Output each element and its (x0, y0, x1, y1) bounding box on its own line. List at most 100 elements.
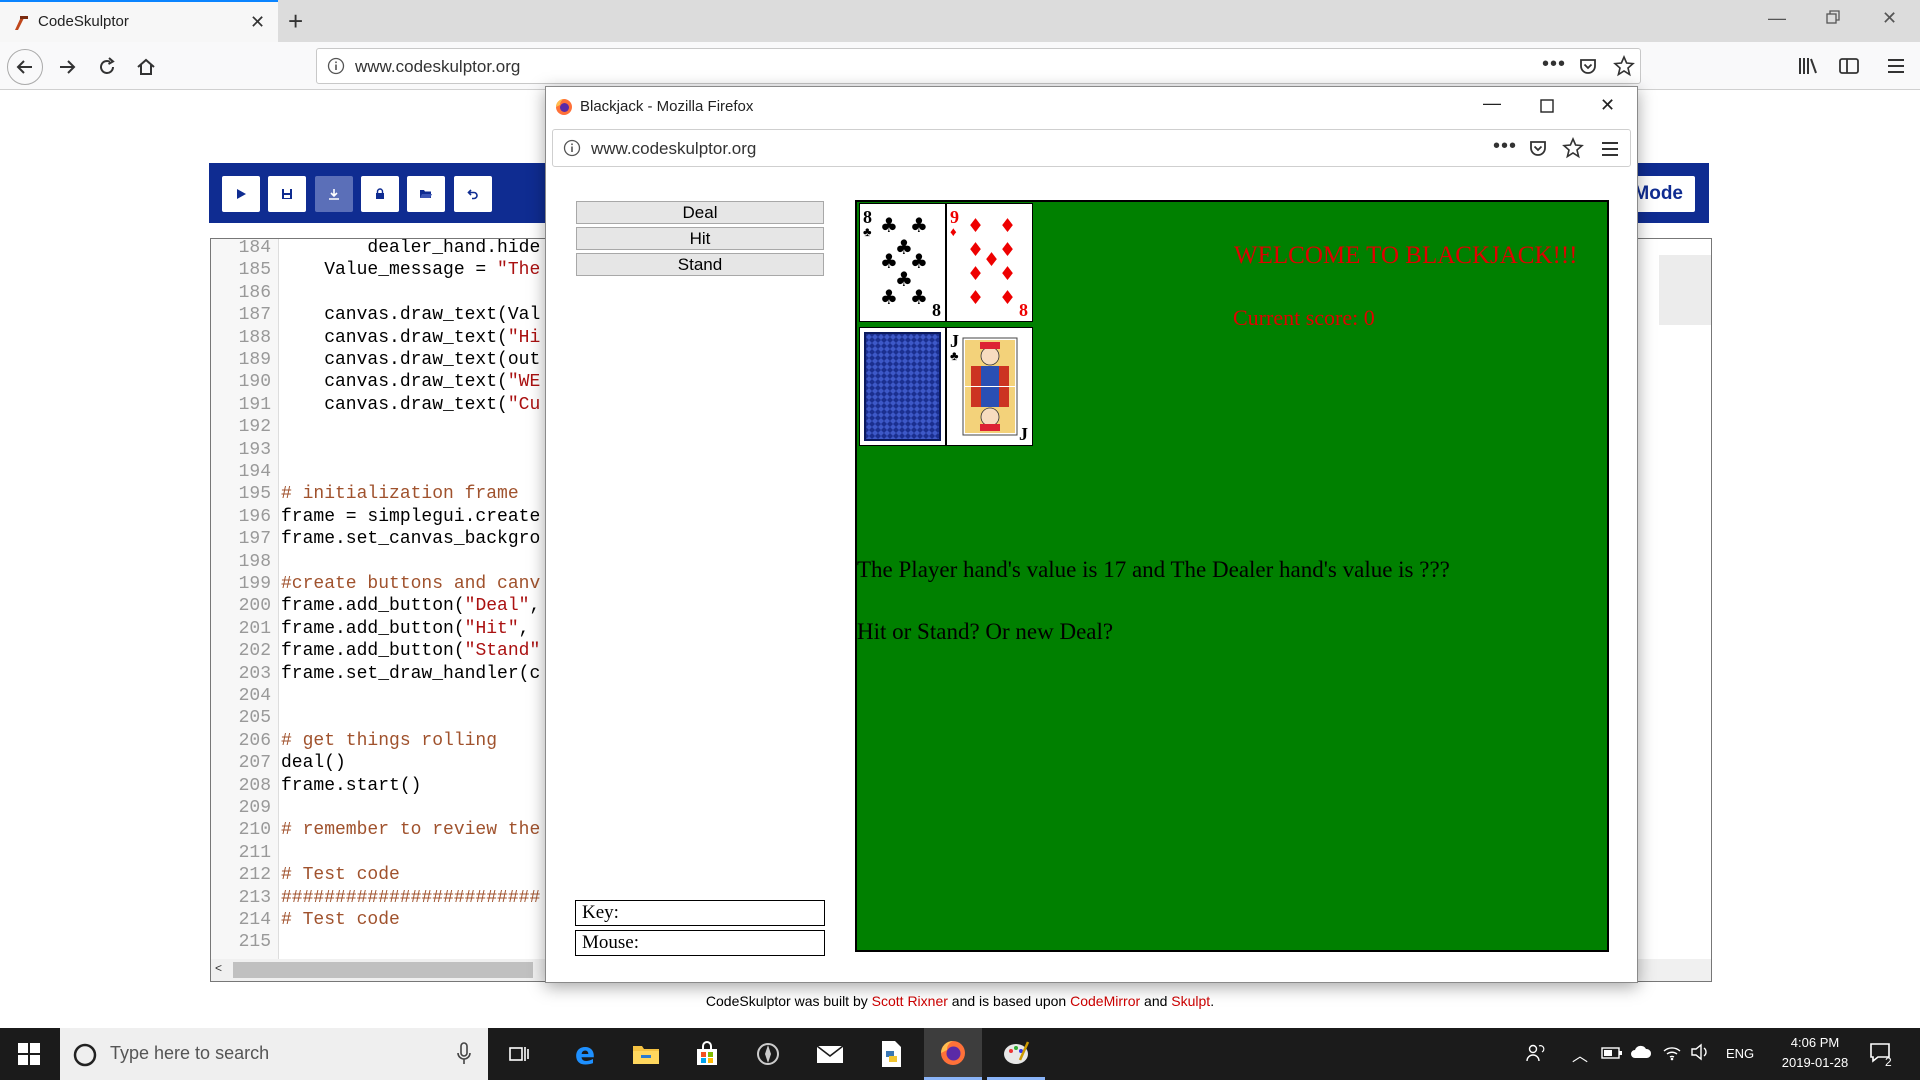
code-line[interactable]: # Test code (281, 864, 400, 886)
onedrive-icon[interactable] (1630, 1045, 1652, 1059)
pocket-icon[interactable] (1528, 138, 1548, 158)
battery-icon[interactable] (1601, 1046, 1623, 1060)
save-button[interactable] (268, 176, 306, 212)
firefox-taskbar-button[interactable] (924, 1028, 982, 1080)
site-info-icon[interactable] (563, 139, 581, 157)
app-button[interactable] (739, 1028, 797, 1080)
skulpt-link[interactable]: Skulpt (1171, 993, 1210, 1009)
start-button[interactable] (0, 1028, 58, 1080)
code-line[interactable]: # Test code (281, 909, 400, 931)
pocket-icon[interactable] (1578, 56, 1598, 76)
mail-button[interactable] (801, 1028, 859, 1080)
code-line[interactable]: Value_message = "The (281, 259, 540, 281)
popup-address-bar[interactable]: www.codeskulptor.org ••• (552, 129, 1631, 167)
tab-title: CodeSkulptor (38, 13, 129, 30)
code-line[interactable]: canvas.draw_text(out (281, 349, 540, 371)
taskbar-search-box[interactable]: Type here to search (60, 1028, 488, 1080)
game-canvas[interactable]: 8 ♣ ♣ ♣ ♣ ♣ ♣ ♣ ♣ ♣ 8 9 ♦ ♦ ♦ ♦ ♦ ♦ ♦ ♦ … (855, 200, 1609, 952)
bookmark-star-icon[interactable] (1562, 137, 1584, 159)
microphone-icon[interactable] (457, 1042, 471, 1066)
code-line[interactable]: canvas.draw_text("Hi (281, 327, 540, 349)
string-literal: "The (497, 260, 541, 281)
file-explorer-button[interactable] (617, 1028, 675, 1080)
code-line[interactable]: ######################## (281, 887, 540, 909)
clock-date[interactable]: 2019-01-28 (1770, 1055, 1860, 1070)
bookmark-star-icon[interactable] (1613, 55, 1635, 77)
restore-window-icon[interactable] (1826, 10, 1840, 24)
scott-rixner-link[interactable]: Scott Rixner (872, 993, 948, 1009)
reset-button[interactable] (454, 176, 492, 212)
page-actions-icon[interactable]: ••• (1542, 53, 1566, 76)
reload-icon[interactable] (90, 50, 124, 84)
store-button[interactable] (678, 1028, 736, 1080)
svg-text:♣: ♣ (910, 213, 928, 237)
home-icon[interactable] (129, 50, 163, 84)
card-suit: ♣ (863, 224, 872, 239)
clock-time[interactable]: 4:06 PM (1780, 1035, 1850, 1050)
stand-button[interactable]: Stand (576, 253, 824, 276)
minimize-window-icon[interactable]: — (1483, 93, 1501, 114)
code-line[interactable]: frame.set_draw_handler(c (281, 663, 540, 685)
close-window-icon[interactable]: ✕ (1600, 95, 1615, 116)
browser-tab[interactable]: CodeSkulptor ✕ (0, 0, 278, 42)
edge-button[interactable]: e (556, 1028, 614, 1080)
sidebar-toggle-icon[interactable] (1838, 56, 1860, 76)
fresh-url-button[interactable] (361, 176, 399, 212)
close-window-icon[interactable]: ✕ (1882, 8, 1897, 29)
site-info-icon[interactable] (327, 57, 345, 75)
code-text: # initialization frame (281, 484, 519, 505)
dealer-card: J ♣ J (946, 327, 1033, 446)
forward-icon[interactable] (50, 50, 84, 84)
address-bar[interactable]: www.codeskulptor.org ••• (316, 48, 1641, 84)
run-button[interactable] (222, 176, 260, 212)
download-button[interactable] (315, 176, 353, 212)
code-line[interactable]: frame.set_canvas_backgro (281, 528, 540, 550)
minimize-window-icon[interactable]: — (1768, 8, 1786, 29)
code-line[interactable]: dealer_hand.hide (281, 239, 540, 259)
code-text: , (518, 618, 530, 639)
code-line[interactable]: # initialization frame (281, 483, 519, 505)
maximize-window-icon[interactable] (1540, 99, 1554, 113)
line-number: 211 (238, 842, 271, 863)
codemirror-link[interactable]: CodeMirror (1070, 993, 1140, 1009)
code-line[interactable]: # get things rolling (281, 730, 497, 752)
window-titlebar[interactable]: Blackjack - Mozilla Firefox — ✕ (546, 87, 1637, 127)
welcome-text: WELCOME TO BLACKJACK!!! (1234, 242, 1578, 269)
compass-icon (755, 1041, 781, 1067)
menu-icon[interactable] (1886, 56, 1906, 76)
deal-button[interactable]: Deal (576, 201, 824, 224)
code-line[interactable]: frame.add_button("Hit", (281, 618, 529, 640)
code-line[interactable]: canvas.draw_text("WE (281, 371, 540, 393)
people-icon[interactable] (1525, 1043, 1545, 1063)
close-tab-icon[interactable]: ✕ (250, 12, 265, 33)
code-line[interactable]: deal() (281, 752, 346, 774)
code-line[interactable]: frame.start() (281, 775, 421, 797)
download-icon (328, 188, 340, 200)
menu-icon[interactable] (1600, 139, 1620, 159)
new-tab-icon[interactable]: + (288, 6, 303, 37)
hit-button[interactable]: Hit (576, 227, 824, 250)
paint-button[interactable] (987, 1028, 1045, 1080)
wifi-icon[interactable] (1662, 1043, 1682, 1061)
scroll-left-icon[interactable]: < (215, 961, 222, 975)
task-view-button[interactable] (490, 1028, 548, 1080)
open-button[interactable] (407, 176, 445, 212)
firefox-icon (939, 1039, 967, 1067)
code-line[interactable]: canvas.draw_text("Cu (281, 394, 540, 416)
scrollbar-thumb[interactable] (233, 962, 533, 978)
code-line[interactable]: frame.add_button("Deal", (281, 595, 540, 617)
show-hidden-icons-icon[interactable]: ︿ (1572, 1042, 1588, 1066)
page-actions-icon[interactable]: ••• (1493, 135, 1517, 158)
code-line[interactable]: canvas.draw_text(Val (281, 304, 540, 326)
python-button[interactable] (862, 1028, 920, 1080)
code-line[interactable]: #create buttons and canv (281, 573, 540, 595)
volume-icon[interactable] (1690, 1043, 1710, 1061)
svg-text:♣: ♣ (910, 285, 928, 309)
code-line[interactable]: # remember to review the (281, 819, 540, 841)
open-folder-icon (419, 188, 433, 200)
library-icon[interactable] (1797, 56, 1819, 76)
code-line[interactable]: frame = simplegui.create (281, 506, 540, 528)
code-line[interactable]: frame.add_button("Stand" (281, 640, 540, 662)
back-icon[interactable] (7, 49, 43, 85)
language-indicator[interactable]: ENG (1726, 1046, 1754, 1061)
